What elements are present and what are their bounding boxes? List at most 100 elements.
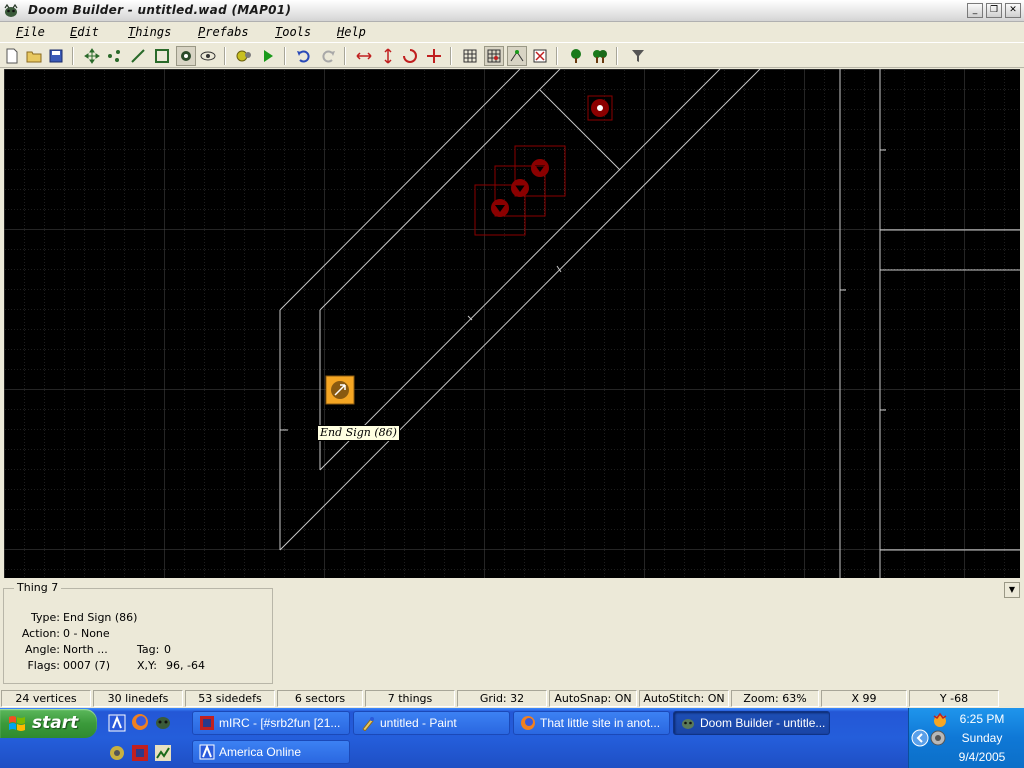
toolbar-separator [556,47,558,65]
undo-icon[interactable] [294,46,314,66]
menu-help[interactable]: Help [333,24,370,40]
menu-things[interactable]: Things [124,24,175,40]
status-x: X 99 [821,690,907,707]
close-button[interactable]: ✕ [1005,3,1021,18]
task-label: America Online [219,745,302,759]
status-sidedefs: 53 sidedefs [185,690,275,707]
status-grid: Grid: 32 [457,690,547,707]
info-heading: Thing 7 [14,581,62,594]
system-tray: 6:25 PM Sunday 9/4/2005 [908,708,1024,768]
linedefs-mode-icon[interactable] [128,46,148,66]
new-map-icon[interactable] [2,46,22,66]
toolbar-separator [72,47,74,65]
flags-label: Flags: [27,659,60,672]
status-autostitch: AutoStitch: ON [639,690,729,707]
selected-thing-end-sign[interactable] [325,375,355,405]
toolbar-separator [450,47,452,65]
status-y: Y -68 [909,690,999,707]
windows-logo-icon [9,716,25,731]
sectors-mode-icon[interactable] [152,46,172,66]
task-doom-builder[interactable]: Doom Builder - untitle... [673,711,830,735]
menu-bar: File Edit Things Prefabs Tools Help [0,22,1024,42]
action-label: Action: [21,627,60,640]
flip-vertical-icon[interactable] [378,46,398,66]
vertices-mode-icon[interactable] [104,46,124,66]
angle-label: Angle: [24,643,60,656]
menu-tools[interactable]: Tools [271,24,315,40]
minimize-button[interactable]: _ [967,3,983,18]
toolbar-separator [344,47,346,65]
status-sectors: 6 sectors [277,690,363,707]
start-button[interactable]: start [0,709,97,738]
snap-to-grid-icon[interactable] [484,46,504,66]
chart-quicklaunch-icon[interactable] [154,744,172,762]
resize-icon[interactable] [424,46,444,66]
thing-info-box: Thing 7 Type: End Sign (86) Action: 0 - … [3,581,273,684]
filter-icon[interactable] [628,46,648,66]
map-drawing[interactable] [4,69,1020,578]
restore-button[interactable]: ❐ [986,3,1002,18]
things-mode-icon[interactable] [176,46,196,66]
mirc-quicklaunch-icon[interactable] [131,744,149,762]
status-linedefs: 30 linedefs [93,690,183,707]
menu-file[interactable]: File [12,24,49,40]
test-map-icon[interactable] [258,46,278,66]
clock-time[interactable]: 6:25 PM [939,712,1024,726]
doom-builder-icon [682,719,694,729]
status-things: 7 things [365,690,455,707]
save-map-icon[interactable] [46,46,66,66]
clock-date: 9/4/2005 [958,750,1006,764]
doom-builder-icon [4,3,18,17]
show-grid-icon[interactable] [460,46,480,66]
rotate-icon[interactable] [400,46,420,66]
status-vertices: 24 vertices [1,690,91,707]
task-mirc[interactable]: mIRC - [#srb2fun [21... [192,711,350,735]
start-label: start [32,713,79,733]
tray-expand-icon[interactable] [911,729,929,747]
window-title: Doom Builder - untitled.wad (MAP01) [28,3,292,17]
panel-scroll-down-button[interactable]: ▼ [1004,582,1020,598]
menu-edit[interactable]: Edit [66,24,103,40]
type-value: End Sign (86) [63,611,138,624]
tag-label: Tag: [137,643,160,656]
firefox-icon [521,716,535,730]
title-bar[interactable]: Doom Builder - untitled.wad (MAP01) _ ❐ … [0,0,1024,22]
aol-quicklaunch-icon[interactable] [108,714,126,732]
open-map-icon[interactable] [24,46,44,66]
task-paint[interactable]: untitled - Paint [353,711,510,735]
action-value: 0 - None [63,627,110,640]
xy-value: 96, -64 [166,659,205,672]
task-aol[interactable]: America Online [192,740,350,764]
doom-builder-quicklaunch-icon[interactable] [154,713,172,731]
grid-coarse [4,69,1020,578]
firefox-quicklaunch-icon[interactable] [131,713,149,731]
flags-value: 0007 (7) [63,659,111,672]
delete-icon[interactable] [530,46,550,66]
aol-icon [199,744,215,760]
clock-day: Sunday [961,731,1003,745]
info-panel: Thing 7 Type: End Sign (86) Action: 0 - … [0,578,1024,688]
3d-mode-icon[interactable] [198,46,218,66]
toolbar-separator [616,47,618,65]
stitch-vertices-icon[interactable] [507,46,527,66]
toolbar-separator [284,47,286,65]
menu-prefabs[interactable]: Prefabs [194,24,253,40]
task-label: Doom Builder - untitle... [700,716,826,730]
redo-icon[interactable] [318,46,338,66]
settings-quicklaunch-icon[interactable] [108,744,126,762]
map-canvas[interactable]: End Sign (86) [4,69,1020,578]
task-label: That little site in anot... [540,716,661,730]
type-label: Type: [31,611,60,624]
xy-label: X,Y: [137,659,157,672]
build-nodes-icon[interactable] [234,46,254,66]
paint-icon [362,717,374,731]
task-label: mIRC - [#srb2fun [21... [219,716,341,730]
prefab-trees-icon[interactable] [590,46,610,66]
move-mode-icon[interactable] [82,46,102,66]
status-autosnap: AutoSnap: ON [549,690,637,707]
task-firefox[interactable]: That little site in anot... [513,711,670,735]
prefab-tree-icon[interactable] [566,46,586,66]
thing-tooltip: End Sign (86) [317,425,400,441]
flip-horizontal-icon[interactable] [354,46,374,66]
status-zoom: Zoom: 63% [731,690,819,707]
